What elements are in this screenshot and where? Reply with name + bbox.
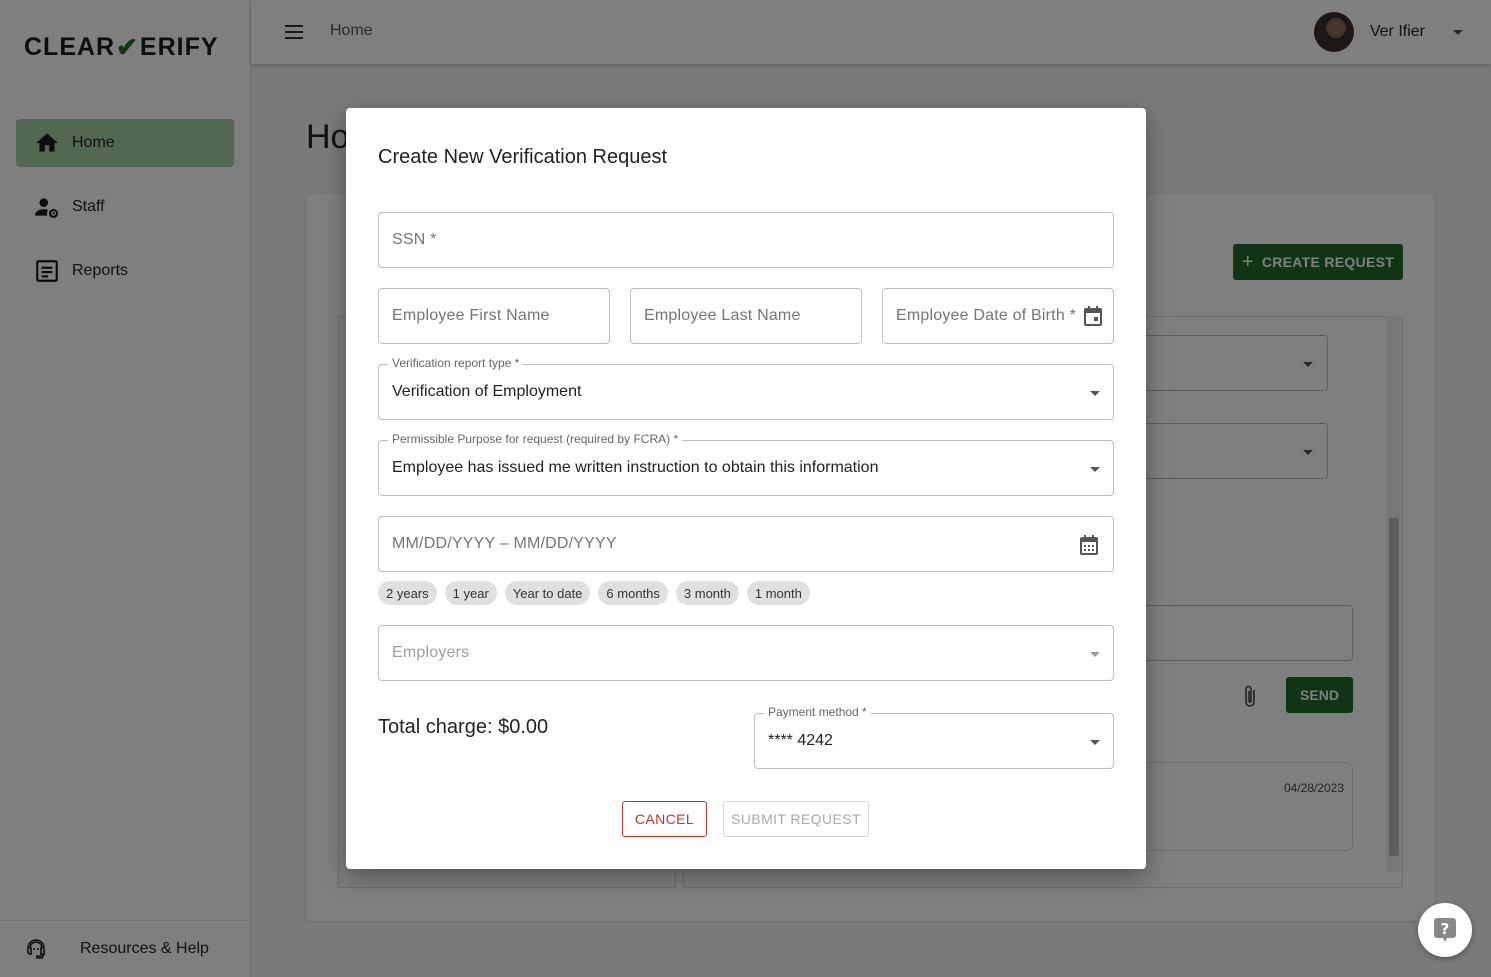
last-name-placeholder: Employee Last Name [644, 307, 801, 324]
employers-placeholder: Employers [392, 644, 470, 661]
calendar-icon[interactable] [1083, 305, 1103, 327]
purpose-label: Permissible Purpose for request (require… [388, 432, 683, 446]
ssn-field[interactable]: SSN * [378, 212, 1114, 268]
ssn-placeholder: SSN * [392, 231, 437, 248]
chip-1-month[interactable]: 1 month [746, 581, 810, 605]
help-button[interactable]: ? [1418, 903, 1472, 957]
permissible-purpose-select[interactable]: Permissible Purpose for request (require… [378, 432, 1114, 496]
dropdown-arrow-icon [1090, 391, 1100, 396]
chip-6-months[interactable]: 6 months [598, 581, 668, 605]
dropdown-arrow-icon [1090, 467, 1100, 472]
employee-last-name-field[interactable]: Employee Last Name [630, 288, 862, 344]
dropdown-arrow-icon [1090, 652, 1100, 657]
payment-method-label: Payment method * [764, 705, 871, 719]
submit-request-button[interactable]: SUBMIT REQUEST [723, 801, 869, 837]
report-type-value: Verification of Employment [392, 383, 582, 400]
create-verification-dialog: Create New Verification Request SSN * Em… [346, 108, 1146, 869]
total-charge: Total charge: $0.00 [378, 716, 549, 738]
employee-first-name-field[interactable]: Employee First Name [378, 288, 610, 344]
payment-method-select[interactable]: Payment method * **** 4242 [754, 705, 1114, 769]
svg-text:?: ? [1441, 920, 1450, 938]
purpose-value: Employee has issued me written instructi… [392, 459, 879, 476]
chip-1-year[interactable]: 1 year [444, 581, 497, 605]
calendar-icon[interactable] [1079, 534, 1099, 556]
dialog-title: Create New Verification Request [378, 146, 668, 168]
cancel-button[interactable]: CANCEL [622, 801, 707, 837]
verification-report-type-select[interactable]: Verification report type * Verification … [378, 356, 1114, 420]
employers-select[interactable]: Employers [378, 625, 1114, 681]
payment-method-value: **** 4242 [768, 732, 833, 749]
dob-placeholder: Employee Date of Birth * [896, 307, 1076, 324]
chip-3-month[interactable]: 3 month [675, 581, 739, 605]
chip-year-to-date[interactable]: Year to date [504, 581, 591, 605]
dropdown-arrow-icon [1090, 740, 1100, 745]
report-type-label: Verification report type * [388, 356, 524, 370]
date-range-placeholder: MM/DD/YYYY – MM/DD/YYYY [392, 535, 617, 552]
help-icon: ? [1434, 918, 1456, 942]
employee-dob-field[interactable]: Employee Date of Birth * [882, 288, 1114, 344]
date-range-chips: 2 years 1 year Year to date 6 months 3 m… [378, 581, 810, 605]
chip-2-years[interactable]: 2 years [378, 581, 437, 605]
first-name-placeholder: Employee First Name [392, 307, 550, 324]
date-range-field[interactable]: MM/DD/YYYY – MM/DD/YYYY [378, 516, 1114, 572]
